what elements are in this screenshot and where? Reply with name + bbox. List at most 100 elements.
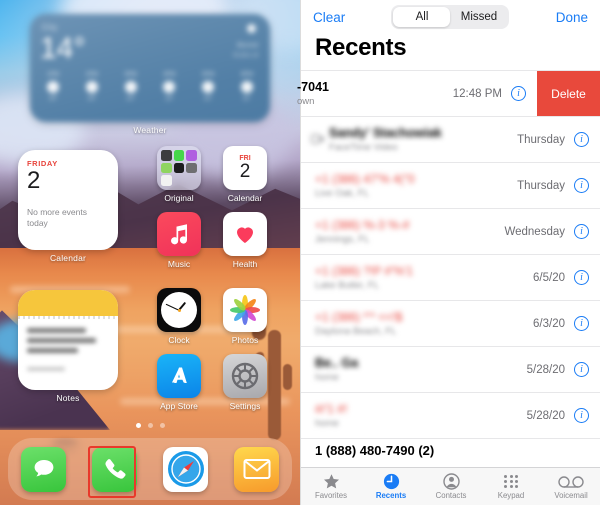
page-dot[interactable] xyxy=(159,423,165,428)
sun-icon xyxy=(202,81,215,93)
call-name: Sandy' Stachowiak xyxy=(329,125,442,140)
notes-widget[interactable]: Notes xyxy=(18,290,118,403)
sun-icon xyxy=(124,81,137,93)
weather-temperature: 14° xyxy=(40,32,86,65)
app-icon-music[interactable]: Music xyxy=(148,212,210,269)
app-icon-health[interactable]: Health xyxy=(214,212,276,269)
weather-widget[interactable]: City 14° Blurred H:14 L:4 1PM 14° 2PM 14° … xyxy=(30,14,270,135)
table-row[interactable]: Be.. Ga home 5/28/20 i xyxy=(301,347,600,393)
notes-body-blurred xyxy=(18,319,118,371)
forecast-temp: 11° xyxy=(242,96,252,102)
dock-icon-messages[interactable] xyxy=(21,446,66,492)
calendar-day-number: 2 xyxy=(27,167,41,194)
app-label: Clock xyxy=(168,335,190,345)
table-row[interactable]: -7041 own 12:48 PM i Delete xyxy=(297,70,600,117)
delete-button[interactable]: Delete xyxy=(537,71,600,116)
app-icon-original[interactable]: Original xyxy=(148,146,210,203)
info-icon[interactable]: i xyxy=(574,408,589,423)
info-icon[interactable]: i xyxy=(574,224,589,239)
call-meta: 6/5/20 i xyxy=(533,270,600,285)
app-icon-photos[interactable]: Photos xyxy=(214,288,276,345)
app-icon-settings[interactable]: Settings xyxy=(214,354,276,411)
call-meta: 5/28/20 i xyxy=(527,362,600,377)
app-icon-app-store[interactable]: App Store xyxy=(148,354,210,411)
info-icon[interactable]: i xyxy=(574,362,589,377)
call-name: #/'1 #! xyxy=(315,402,348,416)
tab-voicemail[interactable]: Voicemail xyxy=(541,473,600,500)
table-row[interactable]: +1 (386) ?!P #'%'1 Lake Butler, FL 6/5/2… xyxy=(301,255,600,301)
dock-icon-mail[interactable] xyxy=(234,446,279,492)
call-entry-text: Be.. Ga home xyxy=(315,356,527,384)
calendar-events-message: No more events today xyxy=(27,207,87,229)
tab-favorites[interactable]: Favorites xyxy=(301,473,361,500)
call-name: -7041 xyxy=(297,79,329,94)
tab-contacts[interactable]: Contacts xyxy=(421,473,481,500)
forecast-hour: 1PM xyxy=(46,72,60,78)
page-title: Recents xyxy=(315,34,407,61)
forecast-hour: 2PM xyxy=(85,72,98,78)
gear-icon xyxy=(223,354,267,398)
sun-icon xyxy=(85,81,98,93)
call-time: 5/28/20 xyxy=(526,409,565,422)
call-entry-text: +1 (386) %-3 %-# Jennings, FL xyxy=(315,218,504,245)
table-row-partial[interactable]: 1 (888) 480-7490 (2) xyxy=(301,439,600,461)
phone-app-recents-screen: Clear All Missed Done Recents -7041 own … xyxy=(297,0,600,505)
info-icon[interactable]: i xyxy=(574,132,589,147)
tab-recents[interactable]: Recents xyxy=(361,473,421,500)
page-dot[interactable] xyxy=(147,423,153,428)
calendar-widget[interactable]: FRIDAY 2 No more events today Calendar xyxy=(18,150,118,263)
done-button[interactable]: Done xyxy=(556,10,588,25)
call-subtitle: Live Oak, FL xyxy=(315,188,369,199)
call-name: +1 (386) *'* <<!$ xyxy=(315,310,403,324)
tab-bar: Favorites Recents Contacts Keypad Voicem… xyxy=(301,467,600,505)
call-meta: Wednesday i xyxy=(504,224,600,239)
tab-all[interactable]: All xyxy=(393,7,451,27)
table-row[interactable]: #/'1 #! home 5/28/20 i xyxy=(301,393,600,439)
sun-icon xyxy=(247,24,256,33)
tab-missed[interactable]: Missed xyxy=(450,7,507,27)
voicemail-icon xyxy=(541,473,600,490)
page-dot-active[interactable] xyxy=(135,423,141,428)
info-icon[interactable]: i xyxy=(574,270,589,285)
info-icon[interactable]: i xyxy=(574,316,589,331)
app-label: Health xyxy=(232,259,258,269)
app-icon-calendar[interactable]: FRI 2 Calendar xyxy=(214,146,276,203)
app-label: App Store xyxy=(160,401,198,411)
table-row[interactable]: +1 (386) *'* <<!$ Daytona Beach, FL 6/3/… xyxy=(301,301,600,347)
photos-pinwheel-icon xyxy=(223,288,267,332)
call-time: 5/28/20 xyxy=(526,363,565,376)
dock-icon-phone[interactable] xyxy=(92,446,137,492)
tab-label: Contacts xyxy=(435,491,467,500)
forecast-temp: 14° xyxy=(87,96,97,102)
weather-hourly-forecast: 1PM 14° 2PM 14° 3PM 13° 4PM 13° 5PM 12° 6PM 11… xyxy=(38,72,262,102)
call-meta: 12:48 PM i xyxy=(453,86,537,101)
call-subtitle: Daytona Beach, FL xyxy=(315,326,397,337)
app-icon-clock[interactable]: Clock xyxy=(148,288,210,345)
table-row[interactable]: Sandy' Stachowiak FaceTime Video Thursda… xyxy=(301,117,600,163)
segmented-control[interactable]: All Missed xyxy=(391,5,510,29)
app-label: Original xyxy=(164,193,194,203)
sun-icon xyxy=(240,81,253,93)
tab-label: Favorites xyxy=(314,491,348,500)
table-row[interactable]: +1 (386) 47'% 4("0 Live Oak, FL Thursday… xyxy=(301,163,600,209)
notes-widget-label: Notes xyxy=(56,393,80,403)
dock xyxy=(8,438,292,500)
forecast-temp: 13° xyxy=(164,96,174,102)
tab-keypad[interactable]: Keypad xyxy=(481,473,541,500)
call-subtitle: own xyxy=(297,96,315,108)
forecast-hour: 6PM xyxy=(240,72,254,78)
dock-icon-safari[interactable] xyxy=(163,446,208,492)
call-time: Wednesday xyxy=(504,225,565,238)
call-subtitle: Lake Butler, FL xyxy=(315,280,379,291)
call-entry-text: Sandy' Stachowiak FaceTime Video xyxy=(329,126,517,154)
app-label: Calendar xyxy=(227,193,263,203)
call-entry-text: +1 (386) 47'% 4("0 Live Oak, FL xyxy=(315,172,517,199)
info-icon[interactable]: i xyxy=(511,86,526,101)
app-store-icon xyxy=(157,354,201,398)
info-icon[interactable]: i xyxy=(574,178,589,193)
call-name: Be.. Ga xyxy=(315,355,359,370)
clear-button[interactable]: Clear xyxy=(313,10,345,25)
call-subtitle: FaceTime Video xyxy=(329,142,398,154)
table-row[interactable]: +1 (386) %-3 %-# Jennings, FL Wednesday … xyxy=(301,209,600,255)
call-entry-text: +1 (386) ?!P #'%'1 Lake Butler, FL xyxy=(315,264,533,291)
